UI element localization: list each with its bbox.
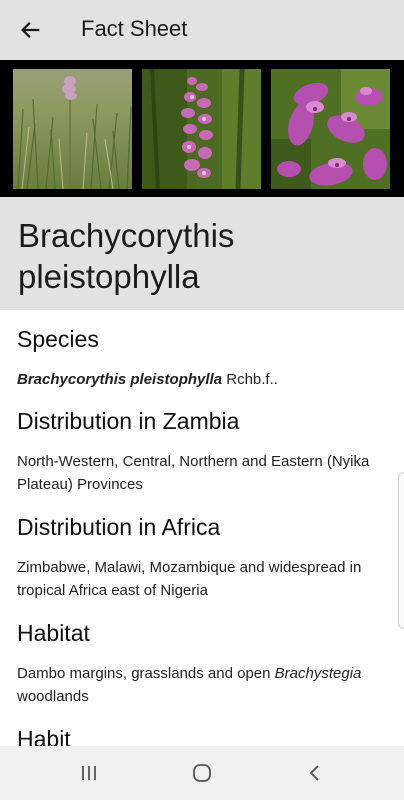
- plant-name-header: Brachycorythis pleistophylla: [0, 197, 404, 310]
- habit-heading: Habit: [17, 726, 71, 746]
- distribution-africa-text: Zimbabwe, Malawi, Mozambique and widespr…: [17, 559, 362, 599]
- home-button[interactable]: [172, 746, 232, 800]
- distribution-africa-heading: Distribution in Africa: [17, 514, 221, 540]
- species-author: Rchb.f..: [222, 371, 278, 388]
- scroll-indicator[interactable]: [398, 472, 404, 629]
- habitat-genus: Brachystegia: [274, 665, 362, 682]
- arrow-left-icon: [21, 22, 40, 38]
- photo-thumbnail-2[interactable]: [142, 69, 261, 189]
- species-text: Brachycorythis pleistophylla Rchb.f..: [17, 368, 393, 391]
- photo-gallery: [0, 60, 404, 197]
- habitat-text-end: woodlands: [17, 688, 89, 705]
- page-title: Fact Sheet: [81, 16, 188, 41]
- nav-back-button[interactable]: [285, 746, 345, 800]
- photo-thumbnail-3[interactable]: [271, 69, 390, 189]
- orchid-grass-photo: [13, 69, 132, 189]
- orchid-flower-closeup-photo: [271, 69, 390, 189]
- habitat-text: Dambo margins, grasslands and open Brach…: [17, 662, 393, 708]
- photo-thumbnail-1[interactable]: [13, 69, 132, 189]
- distribution-zambia-text: North-Western, Central, Northern and Eas…: [17, 453, 370, 493]
- species-heading: Species: [17, 326, 99, 352]
- recents-icon: [82, 766, 96, 780]
- fact-sheet-content[interactable]: Species Brachycorythis pleistophylla Rch…: [0, 310, 404, 746]
- system-navigation-bar: [0, 746, 404, 800]
- species-name: Brachycorythis pleistophylla: [17, 371, 223, 388]
- habitat-heading: Habitat: [17, 620, 90, 646]
- plant-name: Brachycorythis pleistophylla: [18, 217, 235, 295]
- recents-button[interactable]: [59, 746, 119, 800]
- nav-back-icon: [309, 765, 319, 781]
- habitat-text-start: Dambo margins, grasslands and open: [17, 665, 275, 682]
- orchid-spike-photo: [142, 69, 261, 189]
- home-icon: [193, 764, 211, 782]
- distribution-zambia-heading: Distribution in Zambia: [17, 408, 240, 434]
- back-button[interactable]: [10, 10, 50, 50]
- app-bar: Fact Sheet: [0, 0, 404, 60]
